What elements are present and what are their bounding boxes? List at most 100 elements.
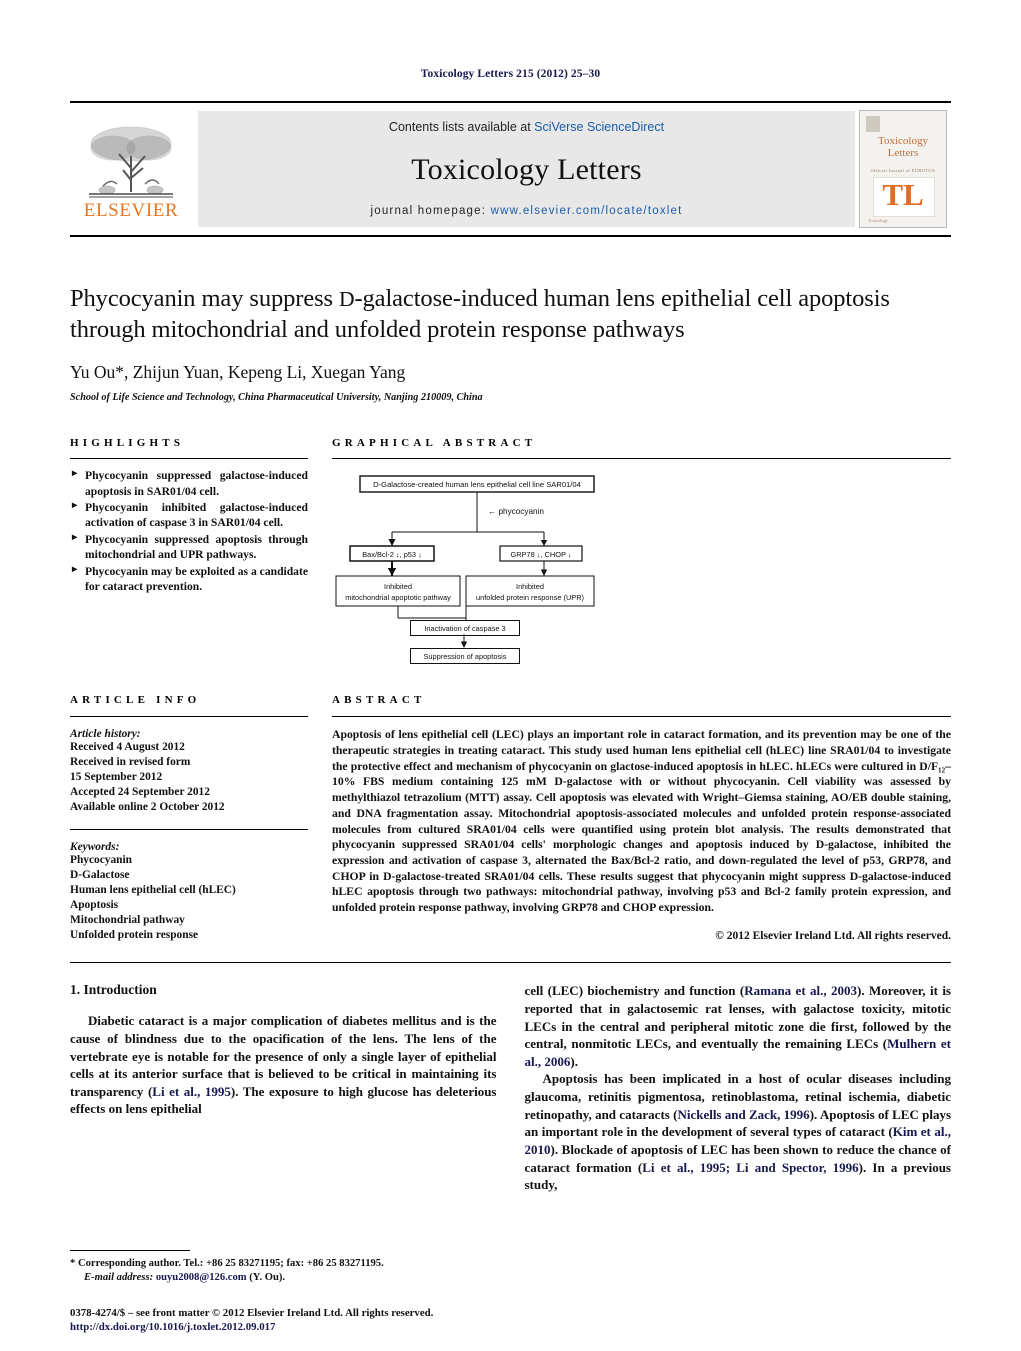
abstract-text: Apoptosis of lens epithelial cell (LEC) … <box>332 728 951 915</box>
email-link[interactable]: ouyu2008@126.com <box>156 1272 247 1283</box>
body-paragraph: cell (LEC) biochemistry and function (Ra… <box>525 982 952 1070</box>
cover-title-line1: Toxicology <box>878 135 928 147</box>
cover-footer-text: Toxicology <box>868 218 888 223</box>
graphical-abstract-divider <box>332 458 951 460</box>
body-column-left: 1. Introduction Diabetic cataract is a m… <box>70 982 497 1193</box>
cover-monogram: TL <box>882 177 924 212</box>
article-info-section: Article info Article history: Received 4… <box>70 694 308 942</box>
title-part-b: -galactose-induced human lens epithelial… <box>354 285 793 312</box>
running-head: Toxicology Letters 215 (2012) 25–30 <box>420 68 601 80</box>
author-list: Yu Ou*, Zhijun Yuan, Kepeng Li, Xuegan Y… <box>70 362 406 383</box>
body-divider <box>70 962 951 964</box>
list-item: ► Phycocyanin suppressed galactose-induce… <box>70 468 308 499</box>
list-item: ► Phycocyanin suppressed apoptosis throug… <box>70 532 308 563</box>
articleinfo-and-abstract: Article info Article history: Received 4… <box>70 694 951 942</box>
journal-cover-thumbnail[interactable]: Toxicology Letters Official Journal of E… <box>859 110 947 228</box>
cover-title: Toxicology Letters <box>860 135 946 160</box>
article-page: Toxicology Letters 215 (2012) 25–30 ELSE… <box>0 0 1021 1351</box>
body-paragraph: Diabetic cataract is a major complicatio… <box>70 1012 497 1118</box>
issn-line: 0378-4274/$ – see front matter © 2012 El… <box>70 1306 434 1319</box>
page-title: Phycocyanin may suppress D-galactose-ind… <box>70 283 951 346</box>
highlights-and-graphical-abstract: Highlights ► Phycocyanin suppressed galac… <box>70 437 951 668</box>
graphical-abstract-diagram-tail: Suppression of apoptosis <box>332 634 951 668</box>
email-suffix: (Y. Ou). <box>246 1272 286 1284</box>
abstract-heading: Abstract <box>332 694 426 707</box>
keyword-item: D-Galactose <box>70 868 130 881</box>
elsevier-tree-icon <box>83 122 179 200</box>
footnote-area: * Corresponding author. Tel.: +86 25 832… <box>70 1250 504 1285</box>
title-part-a: Phycocyanin may suppress <box>70 285 339 312</box>
highlight-text: Phycocyanin suppressed apoptosis through… <box>85 532 308 562</box>
citation-link[interactable]: Nickells and Zack, 1996 <box>677 1107 809 1122</box>
citation-link[interactable]: Li et al., 1995 <box>152 1084 231 1099</box>
cover-subtitle: Official Journal of EUROTOX <box>870 168 936 173</box>
citation-link[interactable]: Ramana et al., 2003 <box>744 983 857 998</box>
footer-area: 0378-4274/$ – see front matter © 2012 El… <box>70 1306 530 1335</box>
abstract-copyright: © 2012 Elsevier Ireland Ltd. All rights … <box>715 929 951 942</box>
graphical-abstract-diagram: D-Galactose-created human lens epithelia… <box>332 472 951 644</box>
footnote-divider <box>70 1250 190 1252</box>
abstract-divider <box>332 716 951 718</box>
highlights-section: Highlights ► Phycocyanin suppressed galac… <box>70 437 308 668</box>
journal-title: Toxicology Letters <box>411 152 642 186</box>
highlights-divider <box>70 458 308 460</box>
article-history-label: Article history: <box>70 728 141 741</box>
keyword-item: Phycocyanin <box>70 853 133 866</box>
list-item: ► Phycocyanin inhibited galactose-induced… <box>70 500 308 531</box>
body-column-right: cell (LEC) biochemistry and function (Ra… <box>525 982 952 1193</box>
elsevier-wordmark: ELSEVIER <box>83 200 179 221</box>
affiliation: School of Life Science and Technology, C… <box>70 392 483 404</box>
bullet-icon: ► <box>70 564 80 575</box>
email-label: E-mail address: <box>84 1272 154 1284</box>
article-info-heading: Article info <box>70 694 201 707</box>
highlights-heading: Highlights <box>70 437 185 450</box>
contents-available-line: Contents lists available at SciVerse Sci… <box>389 120 664 134</box>
highlight-text: Phycocyanin may be exploited as a candid… <box>85 564 308 593</box>
corresponding-author-note: * Corresponding author. Tel.: +86 25 832… <box>70 1257 504 1271</box>
cover-title-line2: Letters <box>887 147 919 160</box>
article-history-line: Received 4 August 2012 <box>70 741 185 754</box>
journal-homepage-line: journal homepage: www.elsevier.com/locat… <box>370 205 682 217</box>
keyword-item: Human lens epithelial cell (hLEC) <box>70 883 236 896</box>
keywords-block: Keywords: Phycocyanin D-Galactose Human … <box>70 841 308 943</box>
article-history-line: Accepted 24 September 2012 <box>70 785 210 798</box>
keyword-item: Mitochondrial pathway <box>70 913 185 926</box>
keywords-divider <box>70 828 308 830</box>
bullet-icon: ► <box>70 500 80 511</box>
ga-node-caspase: Inactivation of caspase 3 <box>424 623 506 633</box>
bullet-icon: ► <box>70 469 80 480</box>
journal-band: Contents lists available at SciVerse Sci… <box>198 111 855 227</box>
ga-node-suppression: Suppression of apoptosis <box>423 651 507 661</box>
bullet-icon: ► <box>70 532 80 543</box>
article-history-line: Available online 2 October 2012 <box>70 800 225 813</box>
corresponding-text: Corresponding author. Tel.: +86 25 83271… <box>75 1258 384 1270</box>
keyword-item: Apoptosis <box>70 898 119 911</box>
doi-link[interactable]: http://dx.doi.org/10.1016/j.toxlet.2012.… <box>70 1320 530 1335</box>
body-columns: 1. Introduction Diabetic cataract is a m… <box>70 982 951 1193</box>
journal-masthead: ELSEVIER Contents lists available at Sci… <box>70 101 951 237</box>
email-note: E-mail address: ouyu2008@126.com (Y. Ou)… <box>70 1271 504 1285</box>
ga-node-suppression-box: Suppression of apoptosis <box>410 648 520 665</box>
citation-link[interactable]: Li et al., 1995; Li and Spector, 1996 <box>642 1160 858 1175</box>
highlight-text: Phycocyanin inhibited galactose-induced … <box>85 500 308 530</box>
list-item: ► Phycocyanin may be exploited as a candi… <box>70 564 308 595</box>
highlights-list: ► Phycocyanin suppressed galactose-induce… <box>70 468 308 594</box>
elsevier-logo: ELSEVIER <box>70 103 192 235</box>
keyword-item: Unfolded protein response <box>70 928 199 941</box>
body-paragraph: Apoptosis has been implicated in a host … <box>525 1070 952 1193</box>
title-smallcaps-d: D <box>339 287 355 311</box>
article-history-line: 15 September 2012 <box>70 771 163 783</box>
article-history-block: Article history: Received 4 August 2012 … <box>70 728 308 815</box>
graphical-abstract-heading: Graphical abstract <box>332 437 537 450</box>
sciencedirect-link[interactable]: SciVerse ScienceDirect <box>534 120 664 134</box>
paragraph-text: cell (LEC) biochemistry and function ( <box>524 983 745 999</box>
graphical-abstract-section: Graphical abstract <box>332 437 951 668</box>
homepage-url[interactable]: www.elsevier.com/locate/toxlet <box>491 205 683 217</box>
journal-cover-block: Toxicology Letters Official Journal of E… <box>855 103 951 235</box>
abstract-section: Abstract Apoptosis of lens epithelial ce… <box>332 694 951 942</box>
cover-elsevier-icon <box>866 116 880 132</box>
contents-prefix: Contents lists available at <box>388 120 535 134</box>
highlight-text: Phycocyanin suppressed galactose-induced… <box>85 469 308 498</box>
article-info-divider <box>70 716 308 718</box>
article-history-line: Received in revised form <box>70 756 191 769</box>
